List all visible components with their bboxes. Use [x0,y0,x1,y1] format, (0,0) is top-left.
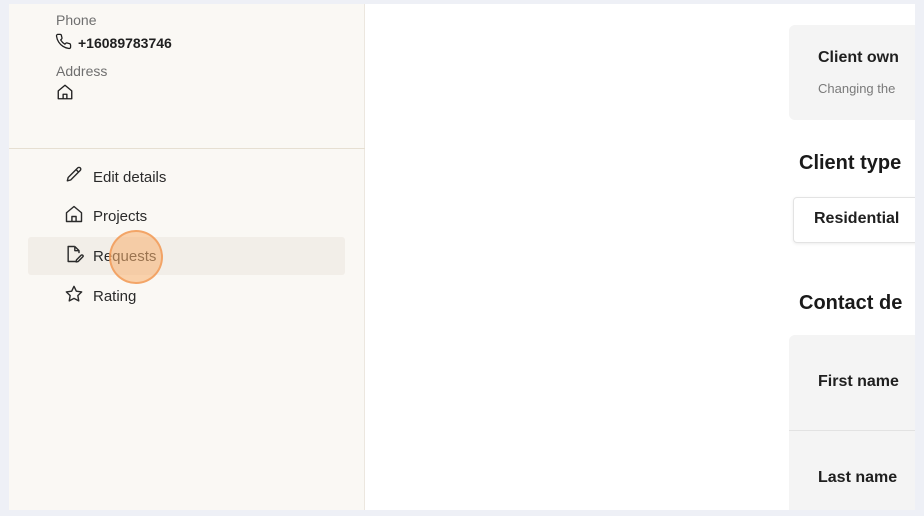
sidebar-divider [9,148,365,149]
home-icon [56,83,74,106]
app-window: Phone +16089783746 Address Edit details … [9,4,915,510]
pencil-icon [64,165,84,189]
client-sidebar: Phone +16089783746 Address Edit details … [9,4,365,510]
client-type-select[interactable]: Residential [793,197,915,243]
document-edit-icon [64,244,84,268]
client-owner-subtitle: Changing the [818,81,896,96]
client-owner-title: Client own [818,49,899,66]
first-name-label: First name [818,373,899,390]
nav-item-projects[interactable]: Projects [28,197,345,235]
contact-details-heading: Contact de [799,292,903,314]
nav-item-label: Rating [93,287,137,305]
nav-item-label: Edit details [93,168,167,186]
nav-item-edit-details[interactable]: Edit details [28,158,345,196]
nav-item-requests[interactable]: Requests [28,237,345,275]
client-type-heading: Client type [799,152,902,174]
contact-row-divider [789,430,915,431]
address-label: Address [56,63,108,79]
last-name-label: Last name [818,469,898,486]
home-icon [64,204,84,228]
phone-icon [55,33,72,53]
nav-item-rating[interactable]: Rating [28,277,345,315]
phone-row: +16089783746 [55,33,172,53]
nav-item-label: Requests [93,247,157,265]
phone-value[interactable]: +16089783746 [78,35,172,51]
nav-item-label: Projects [93,207,148,225]
star-icon [64,284,84,308]
client-owner-card: Client own Changing the [789,25,915,120]
phone-label: Phone [56,12,97,28]
